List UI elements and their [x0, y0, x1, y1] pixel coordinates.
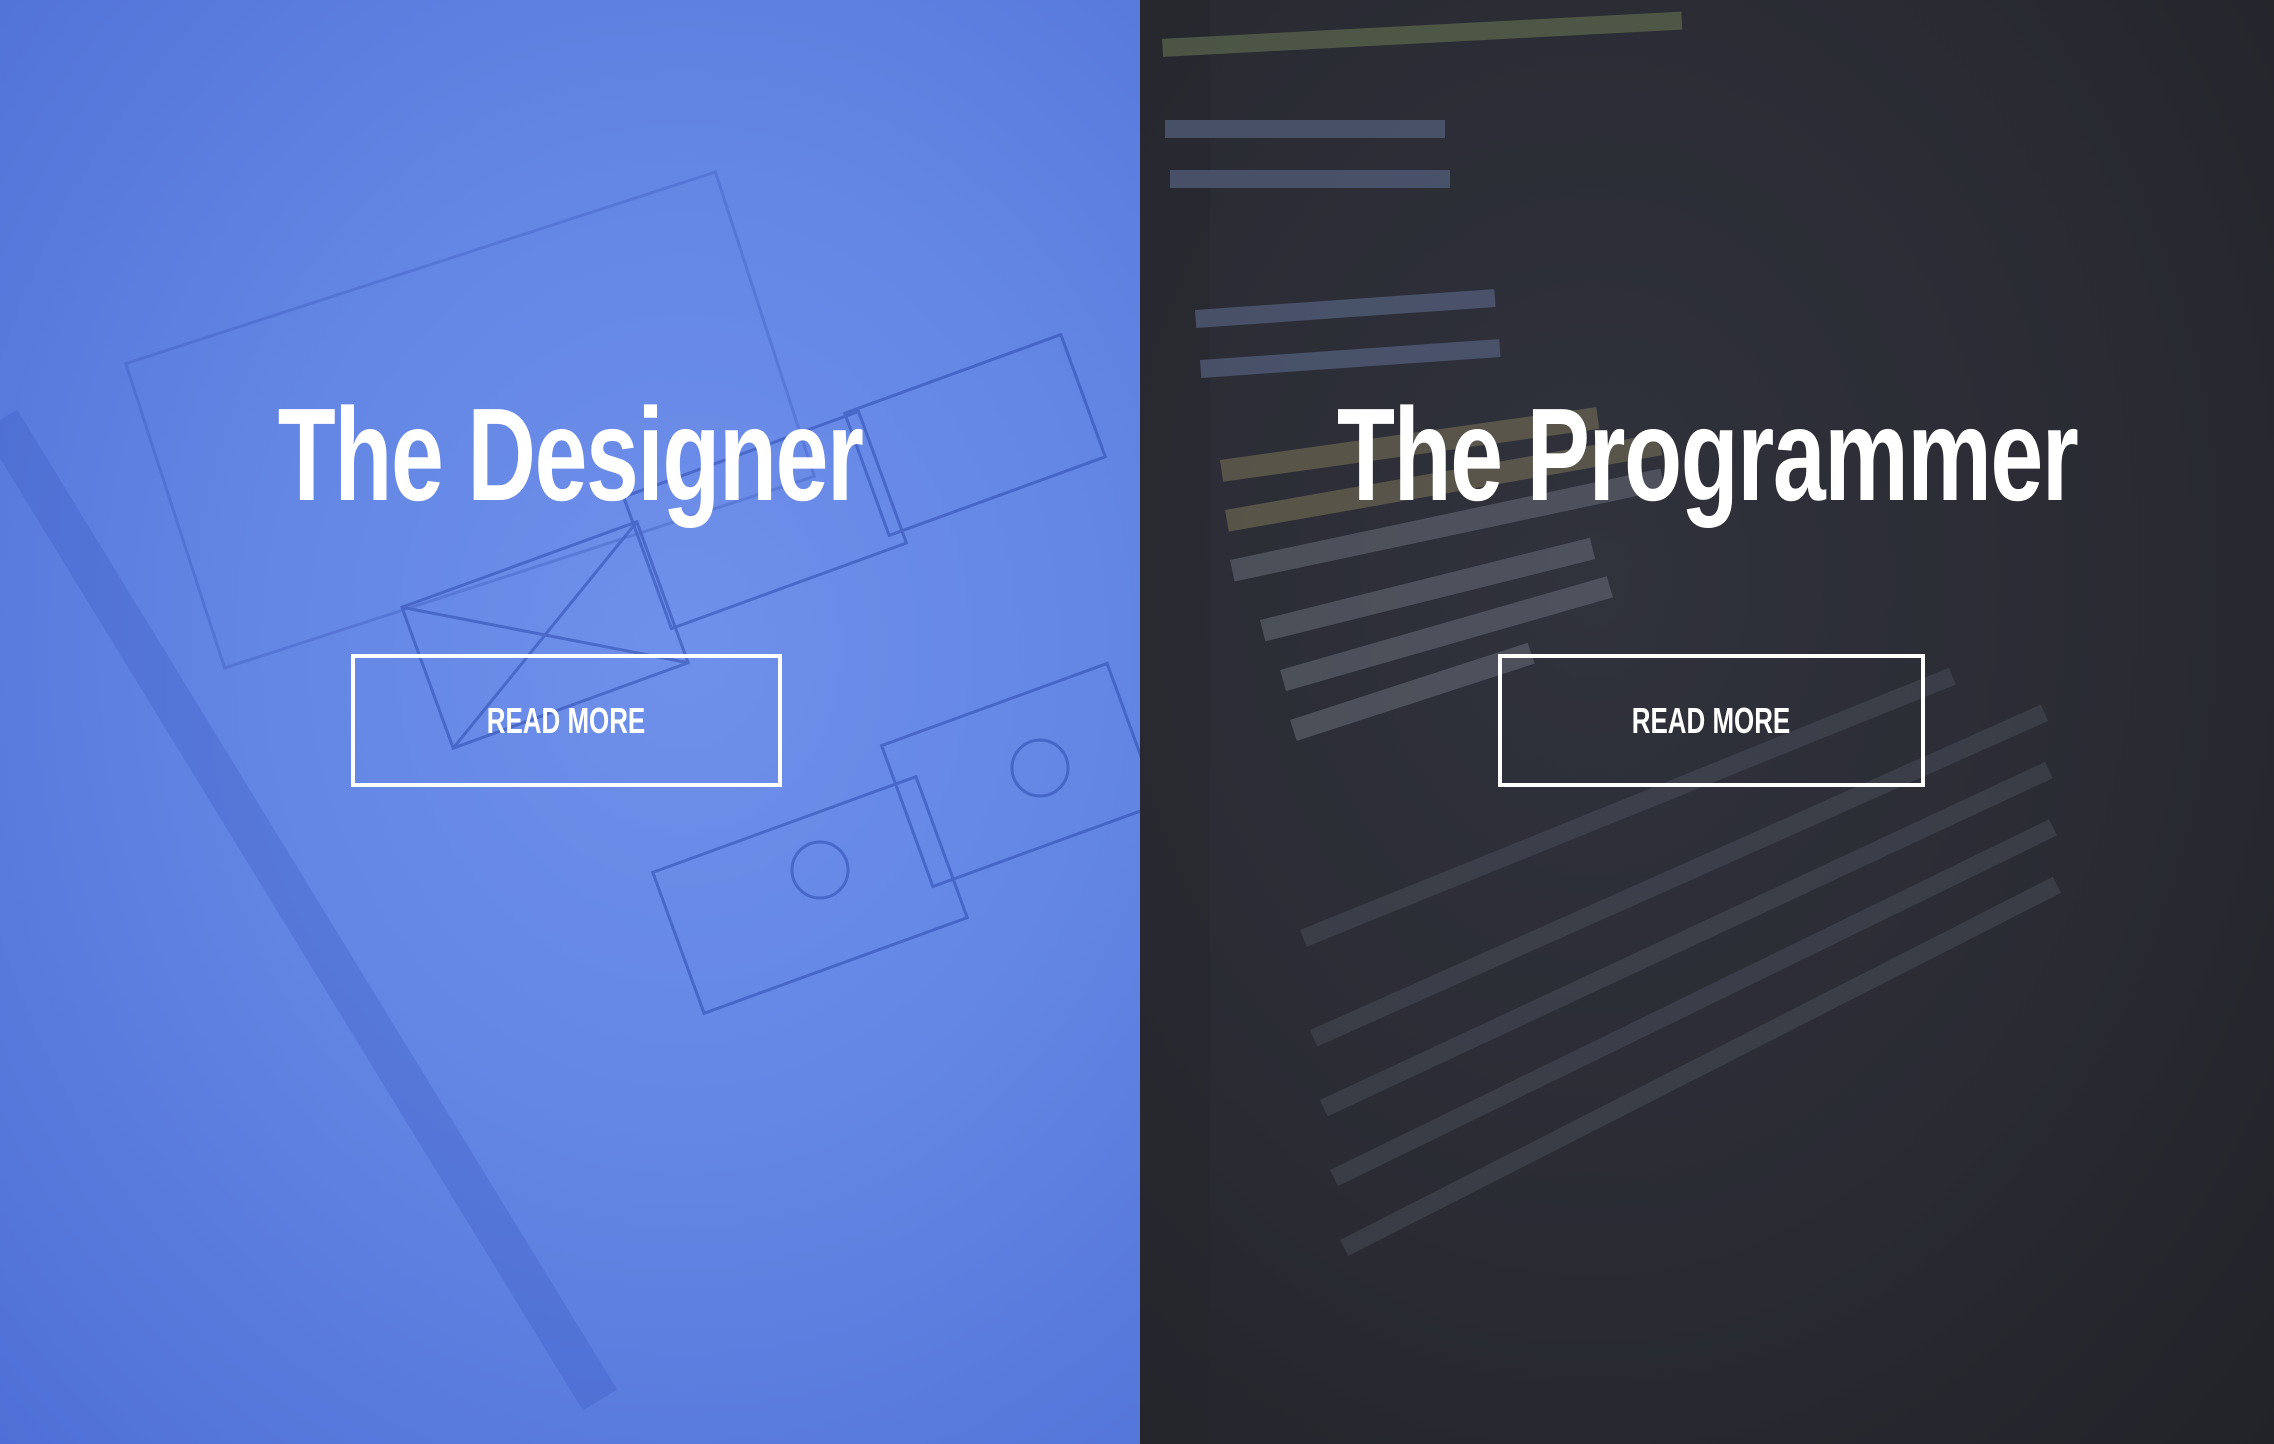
programmer-read-more-button[interactable]: READ MORE: [1498, 654, 1925, 787]
programmer-panel: The Programmer READ MORE: [1140, 0, 2274, 1444]
button-label: READ MORE: [1632, 699, 1791, 741]
button-label: READ MORE: [487, 699, 646, 741]
panel-title-text: The Programmer: [1336, 381, 2079, 528]
designer-read-more-button[interactable]: READ MORE: [351, 654, 782, 787]
designer-panel: The Designer READ MORE: [0, 0, 1140, 1444]
panel-title-text: The Designer: [277, 381, 864, 528]
panel-title: The Programmer: [1140, 380, 2274, 530]
panel-title: The Designer: [0, 380, 1140, 530]
